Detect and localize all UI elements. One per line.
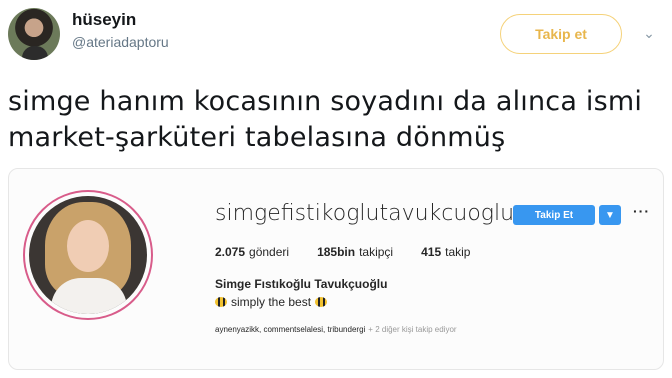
- stat-followers-label: takipçi: [359, 245, 394, 259]
- stat-posts-value: 2.075: [215, 245, 246, 259]
- bee-icon: [315, 297, 328, 307]
- followed-by-names: aynenyazikk, commentselalesi, tribunderg…: [215, 325, 366, 334]
- profile-bio-text: simply the best: [231, 295, 312, 309]
- embedded-profile-image[interactable]: simgefistikoglutavukcuoglu Takip Et ▼ ··…: [8, 168, 664, 370]
- follow-button[interactable]: Takip et: [500, 14, 622, 54]
- display-name[interactable]: hüseyin: [72, 10, 136, 30]
- tweet-text: simge hanım kocasının soyadını da alınca…: [8, 84, 668, 156]
- profile-photo-ring: [23, 190, 153, 320]
- profile-username: simgefistikoglutavukcuoglu: [215, 201, 515, 226]
- user-avatar[interactable]: [8, 8, 60, 60]
- tweet-text-line-1: simge hanım kocasının soyadını da alınca…: [8, 86, 643, 117]
- stat-following-label: takip: [445, 245, 471, 259]
- profile-stats: 2.075 gönderi 185bin takipçi 415 takip: [215, 245, 470, 259]
- profile-full-name: Simge Fıstıkoğlu Tavukçuoğlu: [215, 277, 388, 291]
- stat-followers-value: 185bin: [317, 245, 356, 259]
- profile-follow-button: Takip Et: [513, 205, 595, 225]
- profile-bio: simply the best: [215, 295, 328, 309]
- stat-followers: 185bin takipçi: [317, 245, 393, 259]
- profile-photo: [29, 196, 147, 314]
- stat-following-value: 415: [421, 245, 442, 259]
- stat-posts: 2.075 gönderi: [215, 245, 289, 259]
- followed-by: aynenyazikk, commentselalesi, tribunderg…: [215, 325, 457, 334]
- chevron-down-icon[interactable]: ⌄: [640, 24, 658, 42]
- tweet-text-line-2: market-şarküteri tabelasına dönmüş: [8, 122, 506, 153]
- stat-posts-label: gönderi: [249, 245, 290, 259]
- caret-down-icon: ▼: [599, 205, 621, 225]
- bee-icon: [215, 297, 227, 307]
- followed-by-suffix: + 2 diğer kişi takip ediyor: [368, 325, 457, 334]
- stat-following: 415 takip: [421, 245, 470, 259]
- user-handle[interactable]: @ateriadaptoru: [72, 34, 169, 50]
- more-icon: ···: [633, 203, 650, 219]
